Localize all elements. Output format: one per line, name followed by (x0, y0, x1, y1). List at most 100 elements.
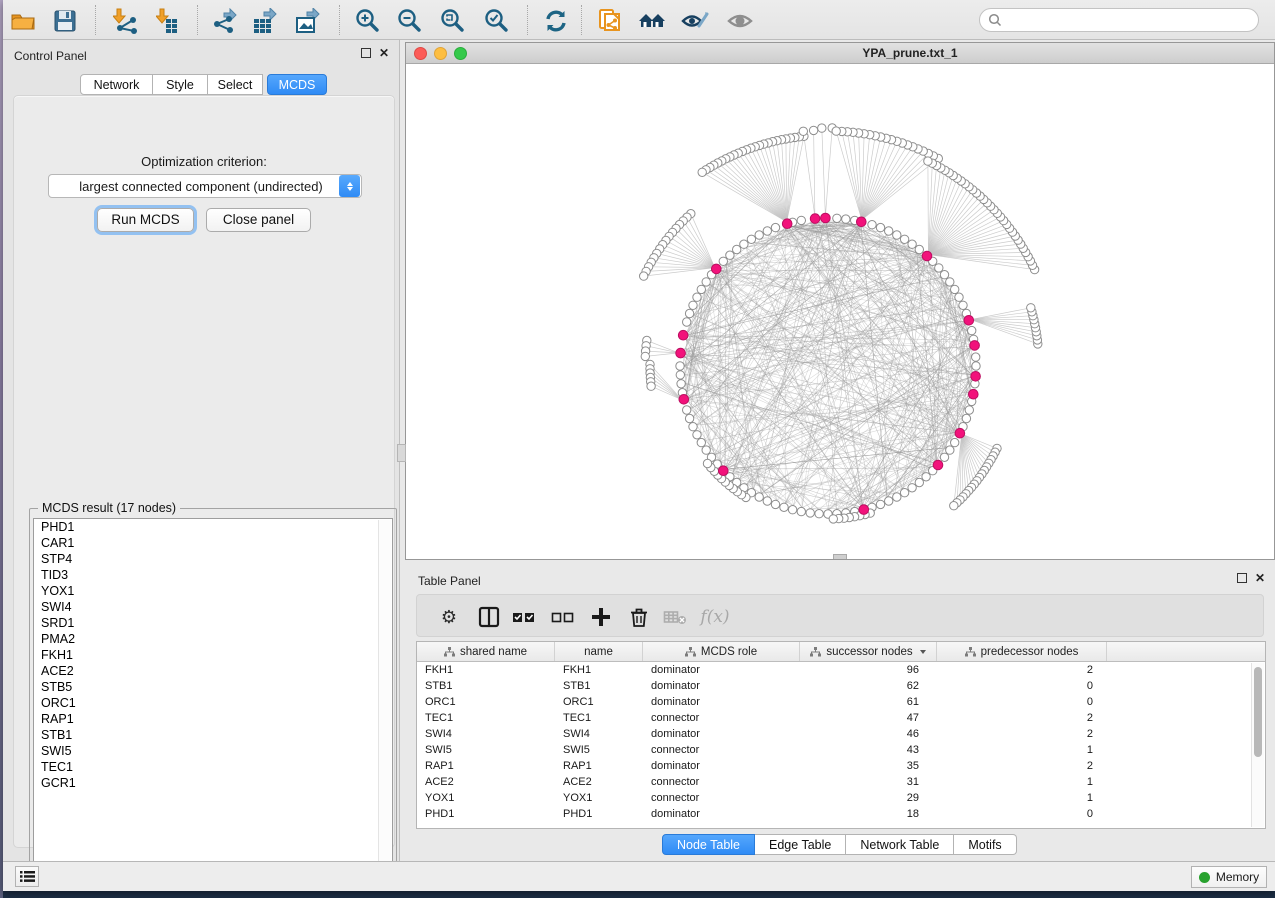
zoom-fit-icon[interactable] (439, 7, 467, 35)
mcds-result-item[interactable]: FKH1 (34, 647, 392, 663)
table-cell: 47 (800, 710, 937, 726)
mcds-result-item[interactable]: RAP1 (34, 711, 392, 727)
mcds-result-item[interactable]: STB5 (34, 679, 392, 695)
maximize-window-icon[interactable] (454, 47, 467, 60)
table-row[interactable]: SWI5SWI5connector431 (417, 742, 1265, 758)
zoom-out-icon[interactable] (396, 7, 424, 35)
import-table-icon[interactable] (155, 7, 183, 35)
memory-button[interactable]: Memory (1191, 866, 1267, 888)
table-scrollbar-thumb[interactable] (1254, 667, 1262, 757)
table-row[interactable]: ORC1ORC1dominator610 (417, 694, 1265, 710)
add-column-icon[interactable] (587, 603, 615, 631)
table-row[interactable]: FKH1FKH1dominator962 (417, 662, 1265, 678)
mcds-result-item[interactable]: SRD1 (34, 615, 392, 631)
table-row[interactable]: TEC1TEC1connector472 (417, 710, 1265, 726)
mcds-result-item[interactable]: TID3 (34, 567, 392, 583)
mcds-result-item[interactable]: SWI5 (34, 743, 392, 759)
search-input[interactable] (1007, 13, 1250, 27)
refresh-icon[interactable] (542, 7, 570, 35)
share-document-icon[interactable] (596, 7, 624, 35)
table-cell: FKH1 (417, 662, 555, 678)
float-window-icon[interactable] (361, 48, 371, 58)
run-mcds-button[interactable]: Run MCDS (97, 208, 194, 232)
mcds-result-item[interactable]: TEC1 (34, 759, 392, 775)
mcds-result-item[interactable]: ORC1 (34, 695, 392, 711)
home-icon[interactable] (638, 7, 666, 35)
table-cell: TEC1 (555, 710, 643, 726)
table-cell: RAP1 (417, 758, 555, 774)
mcds-result-item[interactable]: PMA2 (34, 631, 392, 647)
network-canvas[interactable] (406, 64, 1274, 559)
table-row[interactable]: YOX1YOX1connector291 (417, 790, 1265, 806)
mcds-result-item[interactable]: GCR1 (34, 775, 392, 791)
mcds-result-item[interactable]: STP4 (34, 551, 392, 567)
mcds-result-item[interactable]: SWI4 (34, 599, 392, 615)
close-window-icon[interactable] (414, 47, 427, 60)
column-header-successor-nodes[interactable]: successor nodes (800, 642, 937, 661)
export-table-icon[interactable] (251, 7, 279, 35)
mcds-result-list[interactable]: PHD1CAR1STP4TID3YOX1SWI4SRD1PMA2FKH1ACE2… (33, 518, 393, 876)
table-settings-gear-icon[interactable]: ⚙ (435, 603, 463, 631)
tab-style[interactable]: Style (153, 74, 208, 95)
search-box[interactable] (979, 8, 1259, 32)
zoom-in-icon[interactable] (354, 7, 382, 35)
toolbar-separator (581, 5, 582, 35)
table-toolbar: ⚙ f(x) (416, 594, 1264, 637)
table-cell: ORC1 (555, 694, 643, 710)
column-header-predecessor-nodes[interactable]: predecessor nodes (937, 642, 1107, 661)
panel-splitter-handle[interactable] (397, 444, 406, 462)
deselect-all-icon[interactable] (549, 603, 577, 631)
canvas-resize-handle[interactable] (833, 554, 847, 559)
float-window-icon[interactable] (1237, 573, 1247, 583)
status-bar: Memory (3, 861, 1275, 891)
export-image-icon[interactable] (294, 7, 322, 35)
select-all-icon[interactable] (510, 603, 538, 631)
close-panel-icon[interactable]: ✕ (379, 48, 389, 58)
table-row[interactable]: RAP1RAP1dominator352 (417, 758, 1265, 774)
memory-status-icon (1199, 872, 1210, 883)
table-body: FKH1FKH1dominator962STB1STB1dominator620… (417, 662, 1265, 822)
table-row[interactable]: ACE2ACE2connector311 (417, 774, 1265, 790)
column-header-shared-name[interactable]: shared name (417, 642, 555, 661)
tab-mcds[interactable]: MCDS (267, 74, 327, 95)
network-graph[interactable] (406, 64, 1274, 559)
hide-graphics-details-icon[interactable] (681, 7, 709, 35)
mcds-result-item[interactable]: PHD1 (34, 519, 392, 535)
import-network-icon[interactable] (112, 7, 140, 35)
column-header-MCDS-role[interactable]: MCDS role (643, 642, 800, 661)
mcds-result-item[interactable]: CAR1 (34, 535, 392, 551)
zoom-selected-icon[interactable] (483, 7, 511, 35)
minimize-window-icon[interactable] (434, 47, 447, 60)
close-panel-button[interactable]: Close panel (206, 208, 311, 232)
control-panel-title: Control Panel (14, 49, 87, 63)
column-header-name[interactable]: name (555, 642, 643, 661)
mcds-result-item[interactable]: YOX1 (34, 583, 392, 599)
mcds-result-item[interactable]: STB1 (34, 727, 392, 743)
open-folder-icon[interactable] (9, 7, 37, 35)
show-graphics-details-icon[interactable] (726, 7, 754, 35)
tab-node-table[interactable]: Node Table (662, 834, 755, 855)
mcds-result-item[interactable]: ACE2 (34, 663, 392, 679)
save-icon[interactable] (51, 7, 79, 35)
tab-edge-table[interactable]: Edge Table (755, 834, 846, 855)
delete-table-icon (661, 603, 689, 631)
table-cell: ACE2 (555, 774, 643, 790)
delete-column-icon[interactable] (625, 603, 653, 631)
table-row[interactable]: STB1STB1dominator620 (417, 678, 1265, 694)
network-window-titlebar[interactable]: YPA_prune.txt_1 (406, 43, 1274, 64)
criterion-dropdown[interactable]: largest connected component (undirected) (48, 174, 362, 198)
tab-select[interactable]: Select (208, 74, 263, 95)
tab-motifs[interactable]: Motifs (954, 834, 1016, 855)
table-header-row: shared namenameMCDS rolesuccessor nodesp… (417, 642, 1265, 662)
tab-network-table[interactable]: Network Table (846, 834, 954, 855)
close-panel-icon[interactable]: ✕ (1255, 573, 1265, 583)
mcds-list-scrollbar[interactable] (378, 520, 391, 874)
app-window: Control Panel ✕ Network Style Select MCD… (3, 0, 1275, 891)
export-network-icon[interactable] (211, 7, 239, 35)
show-columns-icon[interactable] (475, 603, 503, 631)
task-history-button[interactable] (15, 866, 39, 887)
table-row[interactable]: PHD1PHD1dominator180 (417, 806, 1265, 822)
table-row[interactable]: SWI4SWI4dominator462 (417, 726, 1265, 742)
table-scrollbar[interactable] (1251, 663, 1264, 827)
tab-network[interactable]: Network (80, 74, 153, 95)
